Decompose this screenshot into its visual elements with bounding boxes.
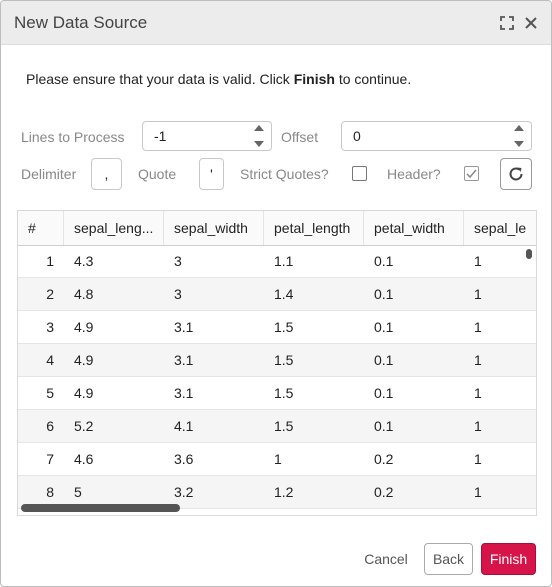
table-cell: 1.2 [274,484,294,500]
instruction-finish-word: Finish [293,71,335,87]
vertical-scrollbar[interactable] [526,249,532,259]
grid-header: # sepal_leng... sepal_width petal_length… [18,211,536,246]
table-cell: 1 [474,286,482,302]
table-cell: 1 [474,319,482,335]
table-cell: 1 [474,418,482,434]
quote-input[interactable]: ' [199,158,224,190]
table-row[interactable]: 2 4.8 3 1.4 0.1 1 [18,278,536,311]
offset-stepper[interactable] [513,125,525,147]
column-header-petal-width[interactable]: petal_width [364,211,464,245]
table-row[interactable]: 4 4.9 3.1 1.5 0.1 1 [18,344,536,377]
row-index-cell: 2 [46,286,54,302]
strict-quotes-checkbox[interactable] [352,166,367,181]
table-cell: 0.1 [374,352,394,368]
instruction-prefix: Please ensure that your data is valid. C… [26,71,294,87]
table-cell: 4.8 [74,286,94,302]
lines-to-process-input[interactable]: -1 [142,121,272,151]
back-button[interactable]: Back [424,543,473,575]
table-cell: 4.9 [74,385,94,401]
table-cell: 3 [174,253,182,269]
table-cell: 0.1 [374,418,394,434]
table-cell: 5.2 [74,418,94,434]
table-cell: 3.2 [174,484,194,500]
table-cell: 0.2 [374,484,394,500]
table-cell: 1.1 [274,253,294,269]
cancel-button[interactable]: Cancel [353,543,419,575]
table-cell: 3 [174,286,182,302]
row-index-cell: 6 [46,418,54,434]
table-cell: 1.5 [274,352,294,368]
header-checkbox[interactable] [464,166,479,181]
quote-label: Quote [138,166,177,182]
new-data-source-dialog: New Data Source Please ensure that your … [0,0,552,587]
table-cell: 4.6 [74,451,94,467]
table-cell: 3.1 [174,385,194,401]
dialog-title: New Data Source [14,12,148,32]
table-cell: 3.1 [174,352,194,368]
instruction-suffix: to continue. [334,71,412,87]
refresh-button[interactable] [500,158,532,190]
table-cell: 4.3 [74,253,94,269]
expand-icon[interactable] [499,15,515,31]
column-header-sepal-length-2[interactable]: sepal_le [464,211,536,245]
row-index-cell: 1 [46,253,54,269]
data-preview-grid[interactable]: # sepal_leng... sepal_width petal_length… [17,210,537,516]
table-cell: 4.1 [174,418,194,434]
table-cell: 0.1 [374,253,394,269]
table-cell: 1 [474,451,482,467]
row-index-cell: 3 [46,319,54,335]
offset-input[interactable]: 0 [341,121,532,151]
table-cell: 1.5 [274,418,294,434]
row-index-cell: 7 [46,451,54,467]
header-label: Header? [387,166,441,182]
table-row[interactable]: 6 5.2 4.1 1.5 0.1 1 [18,410,536,443]
table-row[interactable]: 1 4.3 3 1.1 0.1 1 [18,245,536,278]
delimiter-value: , [104,166,109,182]
column-header-sepal-length[interactable]: sepal_leng... [64,211,164,245]
checkmark-icon [466,169,477,179]
table-cell: 1 [274,451,282,467]
table-cell: 0.2 [374,451,394,467]
table-cell: 1 [474,484,482,500]
table-cell: 4.9 [74,352,94,368]
refresh-icon [509,167,523,181]
table-cell: 4.9 [74,319,94,335]
row-index-cell: 5 [46,385,54,401]
lines-to-process-stepper[interactable] [253,125,265,147]
row-index-cell: 4 [46,352,54,368]
offset-label: Offset [281,129,319,145]
column-header-petal-length[interactable]: petal_length [264,211,364,245]
table-row[interactable]: 3 4.9 3.1 1.5 0.1 1 [18,311,536,344]
table-cell: 0.1 [374,385,394,401]
close-icon[interactable] [523,15,539,31]
table-row[interactable]: 7 4.6 3.6 1 0.2 1 [18,443,536,476]
lines-to-process-value: -1 [154,128,167,144]
lines-to-process-label: Lines to Process [21,129,125,145]
offset-value: 0 [353,128,361,144]
strict-quotes-label: Strict Quotes? [240,166,329,182]
table-cell: 1.5 [274,319,294,335]
table-cell: 1 [474,352,482,368]
table-row[interactable]: 5 4.9 3.1 1.5 0.1 1 [18,377,536,410]
quote-value: ' [210,166,213,182]
delimiter-label: Delimiter [21,166,77,182]
column-header-sepal-width[interactable]: sepal_width [164,211,264,245]
instruction-text: Please ensure that your data is valid. C… [26,71,411,87]
finish-button[interactable]: Finish [481,543,536,575]
table-cell: 3.1 [174,319,194,335]
table-cell: 1 [474,385,482,401]
table-cell: 0.1 [374,319,394,335]
table-cell: 1.5 [274,385,294,401]
horizontal-scrollbar[interactable] [21,504,180,512]
column-header-index[interactable]: # [18,211,64,245]
dialog-titlebar: New Data Source [1,1,551,45]
table-cell: 1.4 [274,286,294,302]
table-cell: 3.6 [174,451,194,467]
delimiter-input[interactable]: , [91,158,122,190]
table-cell: 0.1 [374,286,394,302]
